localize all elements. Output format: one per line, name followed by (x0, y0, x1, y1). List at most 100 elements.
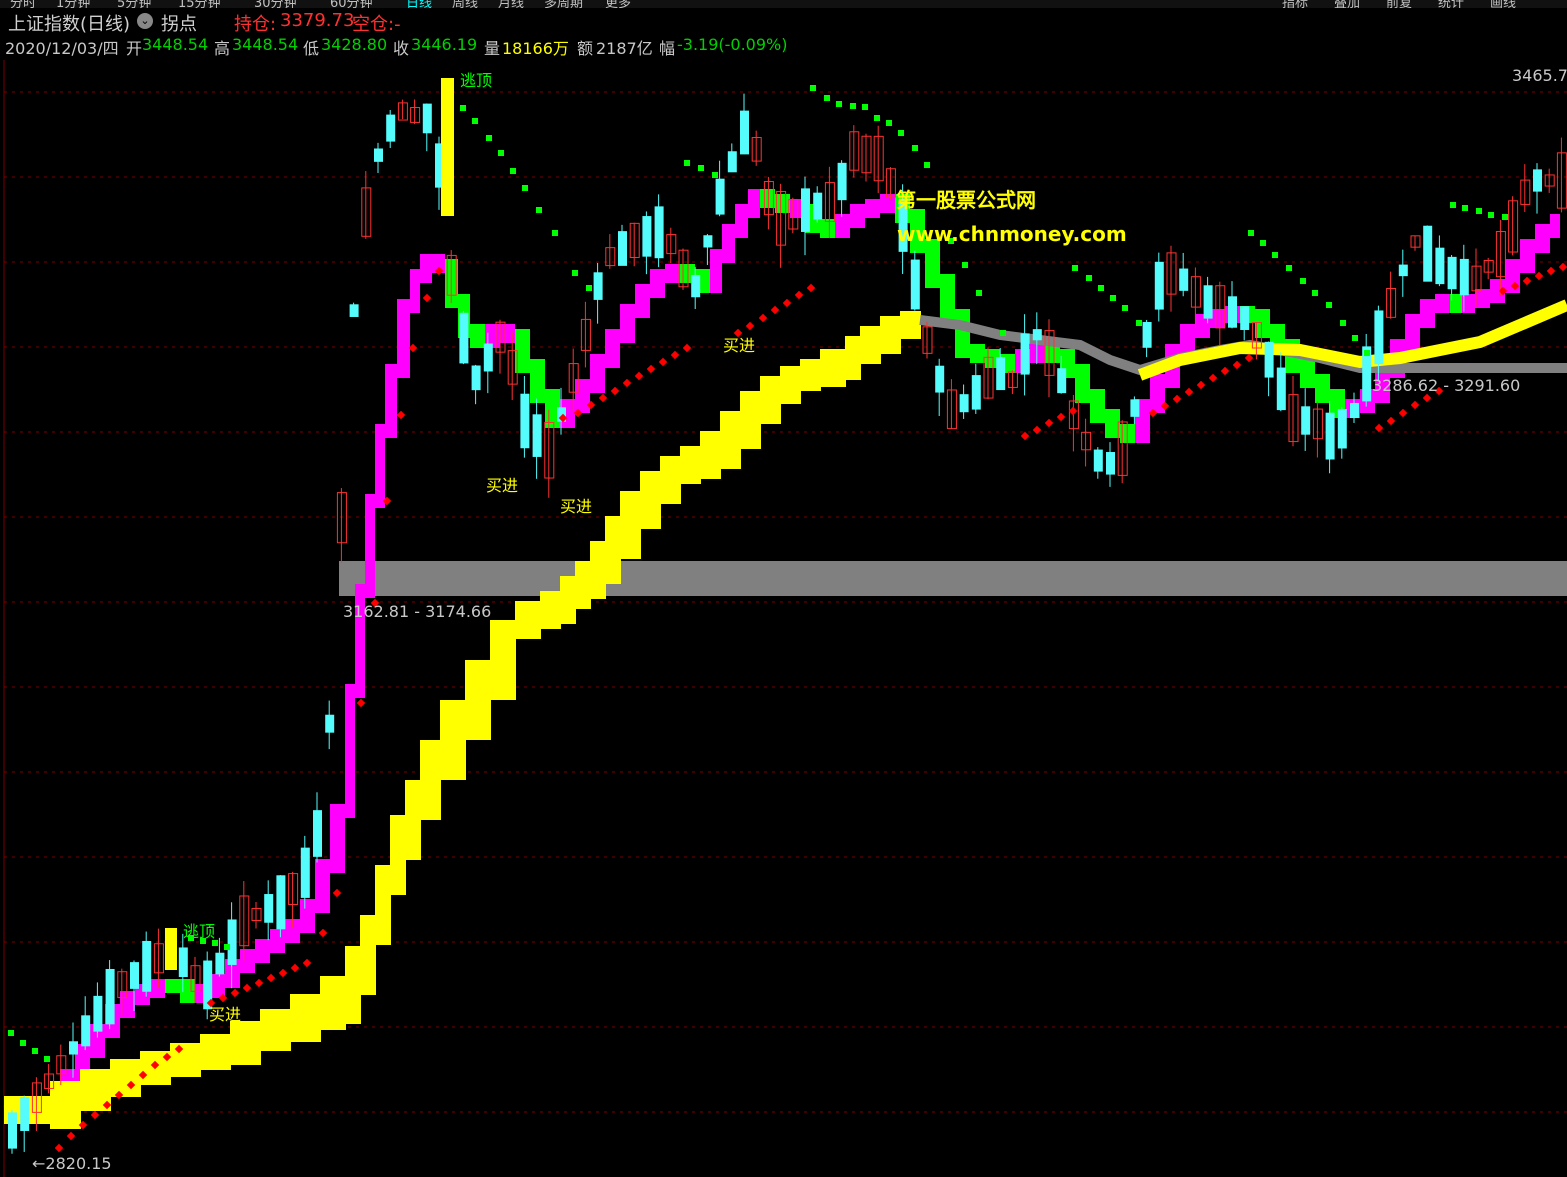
ribbon-segment (940, 274, 955, 323)
stair-segment (900, 311, 921, 339)
candle-body-down (1106, 452, 1115, 475)
zone-label-2: 3286.62 - 3291.60 (1372, 376, 1521, 395)
signal-dot-green (1086, 275, 1092, 281)
ribbon-segment (722, 224, 735, 263)
signal-buy-4: 买进 (209, 1005, 242, 1024)
stair-segment (760, 376, 781, 424)
ribbon-segment (1255, 309, 1270, 338)
signal-dot-green (836, 101, 842, 107)
ribbon-segment (925, 239, 940, 288)
signal-dot-green (1300, 278, 1306, 284)
signal-dot-green (1122, 305, 1128, 311)
stair-segment (860, 326, 881, 364)
signal-dot-red (242, 983, 252, 993)
stair-segment (680, 446, 701, 484)
stair-segment (590, 541, 606, 599)
signal-dot-red (806, 283, 816, 293)
ribbon-segment (330, 804, 345, 873)
signal-dot-green (874, 115, 880, 121)
signal-dot-green (1110, 295, 1116, 301)
candle-body-down (935, 365, 945, 393)
candle-body-down (483, 343, 493, 372)
stair-segment (465, 660, 491, 740)
candle-body-down (1435, 247, 1445, 285)
signal-dot-green (1098, 285, 1104, 291)
ribbon-segment (365, 494, 375, 598)
ribbon-segment (850, 204, 865, 228)
signal-dot-red (230, 988, 240, 998)
candle-body-down (374, 148, 383, 162)
ribbon-segment (775, 194, 790, 213)
stair-segment (605, 516, 621, 584)
candle-body-down (471, 365, 481, 391)
stair-segment (320, 976, 346, 1030)
candle-body-down (264, 894, 274, 923)
signal-dot-green (712, 172, 718, 178)
candle-body-down (1093, 449, 1103, 472)
candle-body-down (8, 1112, 17, 1149)
candle-body-down (1240, 306, 1250, 330)
candle-body-down (1398, 264, 1408, 277)
candle-body-down (69, 1041, 78, 1055)
ribbon-segment (710, 249, 722, 293)
candle-body-down (20, 1097, 30, 1131)
signal-dot-green (1000, 330, 1006, 336)
signal-dot-red (290, 963, 300, 973)
ribbon-segment (665, 264, 680, 283)
candle-body-down (715, 178, 725, 215)
ribbon-segment (240, 949, 255, 973)
signal-dot-green (1136, 320, 1142, 326)
signal-dot-green (1502, 214, 1508, 220)
signal-dot-red (1208, 373, 1218, 383)
signal-dot-green (510, 168, 516, 174)
stair-segment (375, 865, 391, 945)
signal-dot-red (66, 1131, 76, 1141)
ribbon-segment (420, 254, 432, 283)
ribbon-segment (470, 324, 485, 348)
candle-body-down (1423, 225, 1433, 282)
candle-body-down (642, 216, 652, 257)
ribbon-segment (1505, 259, 1520, 293)
candle-body-down (1276, 367, 1286, 411)
signal-dot-green (850, 103, 856, 109)
stair-segment (110, 1059, 141, 1097)
signal-dot-red (422, 293, 432, 303)
stair-segment (360, 915, 376, 995)
candle-body-down (727, 151, 737, 173)
candle-body-down (1374, 310, 1384, 365)
stair-segment (230, 1021, 261, 1065)
ribbon-segment (1090, 389, 1105, 423)
max-price-label: 3465.7 (1512, 66, 1567, 85)
candle-body-down (1154, 261, 1164, 310)
ribbon-segment (865, 199, 880, 218)
ribbon-segment (635, 284, 650, 318)
signal-dot-green (20, 1040, 26, 1046)
candle-body-down (1264, 341, 1274, 378)
stair-segment (50, 1081, 81, 1129)
stair-segment (575, 561, 591, 609)
candle-body-down (1130, 399, 1140, 417)
signal-dot-green (586, 285, 592, 291)
signal-dot-green (912, 145, 918, 151)
candle-body-down (1337, 409, 1347, 449)
candle-body-down (1203, 285, 1213, 319)
ribbon-segment (970, 344, 985, 363)
escape-candle-small (165, 928, 177, 970)
candle-body-down (1142, 322, 1152, 348)
signal-dot-red (1546, 266, 1556, 276)
signal-dot-green (1248, 230, 1254, 236)
candle-body-down (313, 810, 322, 857)
signal-dot-green (898, 130, 904, 136)
candle-body-down (422, 103, 432, 134)
stair-segment (820, 349, 846, 387)
candle-body-down (691, 274, 701, 298)
signal-dot-green (1260, 240, 1266, 246)
candle-body-down (130, 962, 139, 989)
watermark-name: 第一股票公式网 (896, 188, 1036, 212)
signal-dot-green (486, 135, 492, 141)
signal-dot-green (976, 290, 982, 296)
stair-segment (880, 316, 901, 354)
signal-dot-green (460, 105, 466, 111)
stair-segment (720, 411, 741, 469)
candle-body-down (1179, 268, 1189, 291)
